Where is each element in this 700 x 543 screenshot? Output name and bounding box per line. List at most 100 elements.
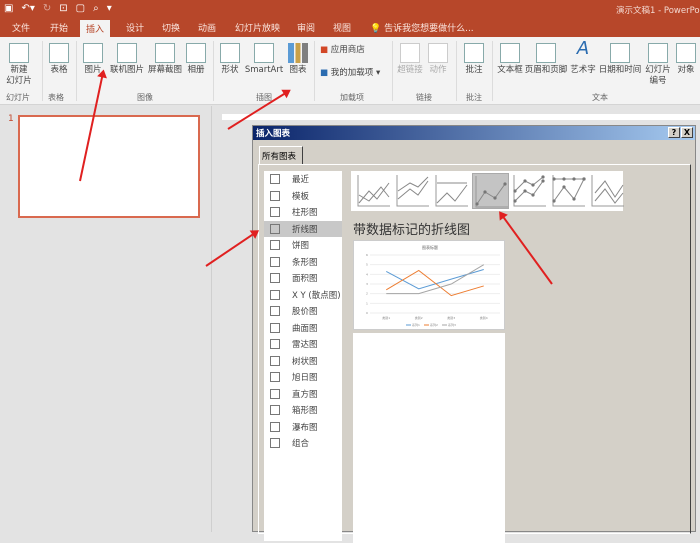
chart-category-icon (270, 289, 280, 300)
chart-category-icon (270, 273, 280, 284)
wordart-icon: A (576, 38, 590, 59)
chart-category-item[interactable]: 箱形图 (264, 402, 342, 419)
group-addins-label: 加载项 (340, 93, 364, 102)
redo-icon[interactable]: ↻ (43, 3, 51, 14)
screenshot-button[interactable]: 屏幕截图 (146, 43, 184, 76)
slide-number-button[interactable]: 幻灯片 编号 (644, 43, 672, 87)
save-icon[interactable]: ▣ (4, 3, 13, 14)
tab-transitions[interactable]: 切换 (162, 21, 180, 34)
hyperlink-button[interactable]: 超链接 (396, 43, 424, 76)
line-subtype-option[interactable] (550, 173, 587, 209)
object-icon (676, 43, 696, 63)
textbox-button[interactable]: 文本框 (496, 43, 524, 76)
line-subtype-option[interactable] (394, 173, 431, 209)
tab-design[interactable]: 设计 (126, 21, 144, 34)
object-button[interactable]: 对象 (674, 43, 698, 76)
title-bar: ▣ ↶▾ ↻ ⊡ ▢ ⌕ ▾ 演示文稿1 - PowerPoint (0, 0, 700, 18)
chart-category-item[interactable]: 树状图 (264, 353, 342, 370)
chart-category-icon (270, 240, 280, 251)
series-line (386, 269, 484, 290)
tell-me-search[interactable]: 💡 告诉我您想要做什么... (370, 21, 474, 34)
tab-home[interactable]: 开始 (50, 21, 68, 34)
chart-preview[interactable]: 图表标题 0 1 2 3 4 5 6 类别1 类别2 类别3 类别4 系列1 系列2 系列3 (353, 240, 505, 330)
new-slide-button[interactable]: 新建 幻灯片 (4, 43, 34, 87)
chart-category-item[interactable]: 直方图 (264, 386, 342, 403)
online-picture-button[interactable]: 联机图片 (108, 43, 146, 76)
legend-label: 系列1 (412, 322, 420, 327)
tab-review[interactable]: 审阅 (297, 21, 315, 34)
store-button[interactable]: ■ 应用商店 (320, 45, 365, 56)
tab-all-charts[interactable]: 所有图表 (259, 146, 303, 165)
close-button[interactable]: X (681, 127, 693, 138)
chart-button[interactable]: 图表 (286, 43, 310, 76)
tab-insert[interactable]: 插入 (80, 20, 111, 37)
chart-category-label: 柱形图 (292, 208, 318, 219)
header-footer-button[interactable]: 页眉和页脚 (524, 43, 568, 76)
camera-icon (155, 43, 175, 63)
preview-area-blank (353, 333, 505, 543)
chart-category-item[interactable]: 股价图 (264, 303, 342, 320)
chart-category-item[interactable]: 饼图 (264, 237, 342, 254)
chart-category-icon (270, 207, 280, 218)
ribbon-tabs: 文件 开始 插入 设计 切换 动画 幻灯片放映 审阅 视图 💡 告诉我您想要做什… (0, 18, 700, 37)
date-time-button[interactable]: 日期和时间 (598, 43, 642, 76)
slideshow-icon[interactable]: ⊡ (59, 3, 67, 14)
line-subtype-option[interactable] (472, 173, 509, 209)
line-subtype-option[interactable] (511, 173, 548, 209)
group-slides-label: 幻灯片 (6, 93, 30, 102)
tab-view[interactable]: 视图 (333, 21, 351, 34)
my-addins-button[interactable]: ■ 我的加载项 ▾ (320, 68, 380, 79)
chart-category-label: 组合 (292, 439, 310, 450)
chart-title: 图表标题 (422, 244, 438, 250)
customize-qat-icon[interactable]: ▾ (107, 3, 112, 14)
chart-category-label: 条形图 (292, 257, 318, 268)
chart-category-item[interactable]: 旭日图 (264, 369, 342, 386)
chart-category-item[interactable]: 面积图 (264, 270, 342, 287)
chart-category-icon (270, 190, 280, 201)
table-icon (49, 43, 69, 63)
chart-category-item[interactable]: X Y (散点图) (264, 287, 342, 304)
chart-category-icon (270, 438, 280, 449)
chart-category-item[interactable]: 条形图 (264, 254, 342, 271)
chart-category-icon (270, 339, 280, 350)
help-button[interactable]: ? (668, 127, 680, 138)
slide-number-icon (648, 43, 668, 63)
line-subtype-option[interactable] (433, 173, 470, 209)
shapes-button[interactable]: 形状 (218, 43, 242, 76)
calendar-icon (610, 43, 630, 63)
chart-category-label: 旭日图 (292, 373, 318, 384)
wordart-button[interactable]: A 艺术字 (568, 38, 598, 76)
line-subtype-option[interactable] (355, 173, 392, 209)
chart-category-icon (270, 405, 280, 416)
comment-button[interactable]: 批注 (462, 43, 486, 76)
smartart-icon (254, 43, 274, 63)
smartart-button[interactable]: SmartArt (244, 43, 284, 76)
undo-icon[interactable]: ↶▾ (21, 3, 34, 14)
chart-icon (288, 43, 308, 63)
chart-category-item[interactable]: 柱形图 (264, 204, 342, 221)
chart-category-item[interactable]: 折线图 (264, 220, 342, 237)
preview-icon[interactable]: ⌕ (93, 3, 99, 14)
tell-me-text: 告诉我您想要做什么... (384, 24, 474, 34)
textbox-icon (500, 43, 520, 63)
chart-category-item[interactable]: 瀑布图 (264, 419, 342, 436)
slide-thumbnail[interactable] (18, 115, 200, 218)
chart-category-item[interactable]: 模板 (264, 188, 342, 205)
chart-category-item[interactable]: 曲面图 (264, 320, 342, 337)
chart-category-label: 瀑布图 (292, 422, 318, 433)
action-button[interactable]: 动作 (426, 43, 450, 76)
new-icon[interactable]: ▢ (76, 3, 85, 14)
table-button[interactable]: 表格 (46, 43, 72, 76)
chart-category-item[interactable]: 最近 (264, 171, 342, 188)
chart-category-item[interactable]: 雷达图 (264, 336, 342, 353)
chart-category-icon (270, 388, 280, 399)
tab-animations[interactable]: 动画 (198, 21, 216, 34)
album-button[interactable]: 相册 (184, 43, 208, 76)
line-subtype-option[interactable] (589, 173, 626, 209)
chart-category-item[interactable]: 组合 (264, 435, 342, 452)
tab-file[interactable]: 文件 (12, 21, 30, 34)
tab-slideshow[interactable]: 幻灯片放映 (235, 21, 280, 34)
window-title: 演示文稿1 - PowerPoint (616, 6, 700, 16)
slide-canvas-edge (222, 114, 700, 120)
shapes-icon (220, 43, 240, 63)
